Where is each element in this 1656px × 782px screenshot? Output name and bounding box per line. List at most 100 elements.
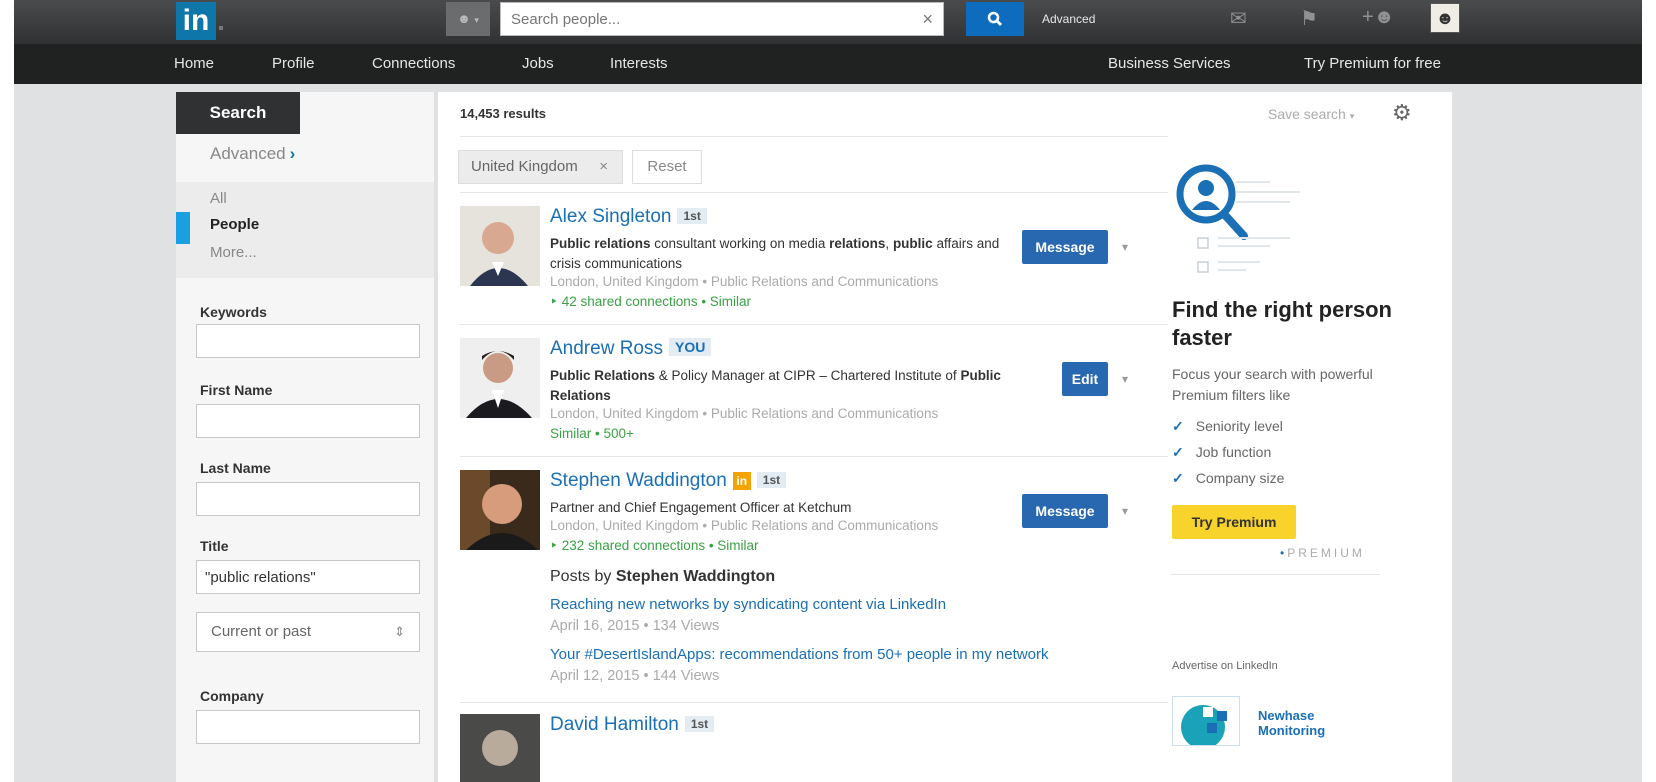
message-button[interactable]: Message xyxy=(1022,494,1108,528)
chevron-down-icon: ▾ xyxy=(474,15,479,25)
nav-business-services[interactable]: Business Services xyxy=(1108,55,1231,72)
shared-text: 232 shared connections • Similar xyxy=(561,538,759,553)
category-all[interactable]: All xyxy=(210,190,227,207)
post-link[interactable]: Reaching new networks by syndicating con… xyxy=(550,596,946,613)
nav-try-premium[interactable]: Try Premium for free xyxy=(1304,55,1441,72)
similar-link[interactable]: Similar • 500+ xyxy=(550,426,634,441)
result-name[interactable]: Alex Singleton 1st xyxy=(550,206,707,228)
profile-photo[interactable] xyxy=(460,470,540,550)
result-name-text: Andrew Ross xyxy=(550,338,663,359)
ad-logo[interactable] xyxy=(1172,696,1240,749)
premium-wordmark: •PREMIUM xyxy=(1280,546,1365,560)
advanced-label: Advanced xyxy=(210,144,286,163)
shared-connections-link[interactable]: ‣ 42 shared connections • Similar xyxy=(550,294,751,310)
message-button[interactable]: Message xyxy=(1022,230,1108,264)
add-connection-icon[interactable]: +☻ xyxy=(1362,6,1395,29)
result-item: Stephen Waddington in 1st Partner and Chie… xyxy=(438,470,1168,710)
save-search-label: Save search xyxy=(1268,106,1346,122)
result-name[interactable]: Stephen Waddington in 1st xyxy=(550,470,787,492)
headline-part: public xyxy=(892,236,933,251)
first-name-input[interactable] xyxy=(196,404,420,438)
clear-search-icon[interactable]: × xyxy=(922,9,933,30)
divider xyxy=(460,136,1168,137)
result-name[interactable]: David Hamilton 1st xyxy=(550,714,715,736)
result-location: London, United Kingdom • Public Relation… xyxy=(550,406,939,421)
mail-icon[interactable]: ✉ xyxy=(1230,6,1247,31)
title-label: Title xyxy=(200,538,229,554)
shared-connections-link[interactable]: ‣ 232 shared connections • Similar xyxy=(550,538,759,554)
try-premium-button[interactable]: Try Premium xyxy=(1172,505,1296,539)
divider xyxy=(1170,574,1380,575)
checkmark-icon: ✓ xyxy=(1172,418,1184,434)
result-location: London, United Kingdom • Public Relation… xyxy=(550,274,939,289)
ad-company-name[interactable]: Newhase Monitoring xyxy=(1258,708,1348,738)
chevron-right-icon: › xyxy=(289,144,296,163)
divider xyxy=(460,456,1168,457)
profile-photo[interactable] xyxy=(460,206,540,286)
result-name[interactable]: Andrew Ross YOU xyxy=(550,338,712,360)
result-name-text: Stephen Waddington xyxy=(550,470,727,491)
headline-part: Public Relations xyxy=(550,368,656,383)
more-actions-icon[interactable]: ▾ xyxy=(1122,504,1128,518)
location-filter-chip[interactable]: United Kingdom × xyxy=(458,150,623,184)
post-meta: April 12, 2015 • 144 Views xyxy=(550,668,720,684)
close-icon[interactable]: × xyxy=(599,151,608,183)
advertise-link[interactable]: Advertise on LinkedIn xyxy=(1172,660,1278,672)
category-more[interactable]: More... xyxy=(210,244,257,261)
advanced-search-link[interactable]: Advanced xyxy=(1042,12,1095,26)
first-name-label: First Name xyxy=(200,382,273,398)
advanced-link[interactable]: Advanced › xyxy=(210,144,295,164)
search-category-dropdown[interactable]: ☻ ▾ xyxy=(446,2,490,36)
last-name-input[interactable] xyxy=(196,482,420,516)
more-actions-icon[interactable]: ▾ xyxy=(1122,372,1128,386)
keywords-input[interactable] xyxy=(196,324,420,358)
profile-avatar[interactable]: ☻ xyxy=(1430,3,1460,33)
headline-part: relations xyxy=(829,236,886,251)
flag-icon[interactable]: ⚑ xyxy=(1300,6,1318,31)
headline-part: Public relations xyxy=(550,236,651,251)
nav-connections[interactable]: Connections xyxy=(372,55,455,72)
reset-button[interactable]: Reset xyxy=(632,150,702,184)
title-scope-select[interactable]: Current or past ⇕ xyxy=(196,612,420,652)
post-link[interactable]: Your #DesertIslandApps: recommendations … xyxy=(550,646,1048,663)
last-name-label: Last Name xyxy=(200,460,271,476)
edit-button[interactable]: Edit xyxy=(1062,362,1108,396)
search-tab[interactable]: Search xyxy=(176,92,300,134)
checkmark-icon: ✓ xyxy=(1172,470,1184,486)
more-actions-icon[interactable]: ▾ xyxy=(1122,240,1128,254)
profile-photo[interactable] xyxy=(460,714,540,782)
linkedin-logo[interactable]: in xyxy=(176,2,216,40)
person-icon: ☻ xyxy=(457,11,471,26)
caret-icon: ‣ xyxy=(550,294,562,309)
search-box: × xyxy=(500,2,944,36)
promo-feature: ✓ Job function xyxy=(1172,444,1271,461)
linkedin-influencer-icon: in xyxy=(732,472,751,490)
category-people[interactable]: People xyxy=(210,216,259,233)
select-arrows-icon: ⇕ xyxy=(394,624,405,639)
title-scope-value: Current or past xyxy=(211,623,312,640)
browser-frame: in ☻ ▾ × Advanced ✉ ⚑ +☻ ☻ Home Profile … xyxy=(14,0,1642,782)
nav-jobs[interactable]: Jobs xyxy=(522,55,554,72)
nav-profile[interactable]: Profile xyxy=(272,55,315,72)
logo-dot xyxy=(219,26,223,30)
results-count: 14,453 results xyxy=(460,106,547,121)
nav-interests[interactable]: Interests xyxy=(610,55,668,72)
checkmark-icon: ✓ xyxy=(1172,444,1184,460)
gear-icon[interactable]: ⚙ xyxy=(1392,100,1412,126)
result-item: Andrew Ross YOU Public Relations & Policy… xyxy=(438,338,1168,448)
search-input[interactable] xyxy=(501,3,901,35)
profile-photo[interactable] xyxy=(460,338,540,418)
result-item: David Hamilton 1st xyxy=(438,714,1168,782)
nav-home[interactable]: Home xyxy=(174,55,214,72)
result-name-text: David Hamilton xyxy=(550,714,679,735)
company-input[interactable] xyxy=(196,710,420,744)
save-search-link[interactable]: Save search ▾ xyxy=(1268,106,1354,122)
degree-badge: 1st xyxy=(756,472,787,488)
you-badge: YOU xyxy=(669,338,712,356)
promo-feature: ✓ Company size xyxy=(1172,470,1284,487)
promo-feature-label: Seniority level xyxy=(1195,418,1283,434)
posts-heading: Posts by Stephen Waddington xyxy=(550,568,775,586)
search-button[interactable] xyxy=(966,2,1024,36)
title-input[interactable] xyxy=(196,560,420,594)
promo-feature-label: Company size xyxy=(1195,470,1285,486)
